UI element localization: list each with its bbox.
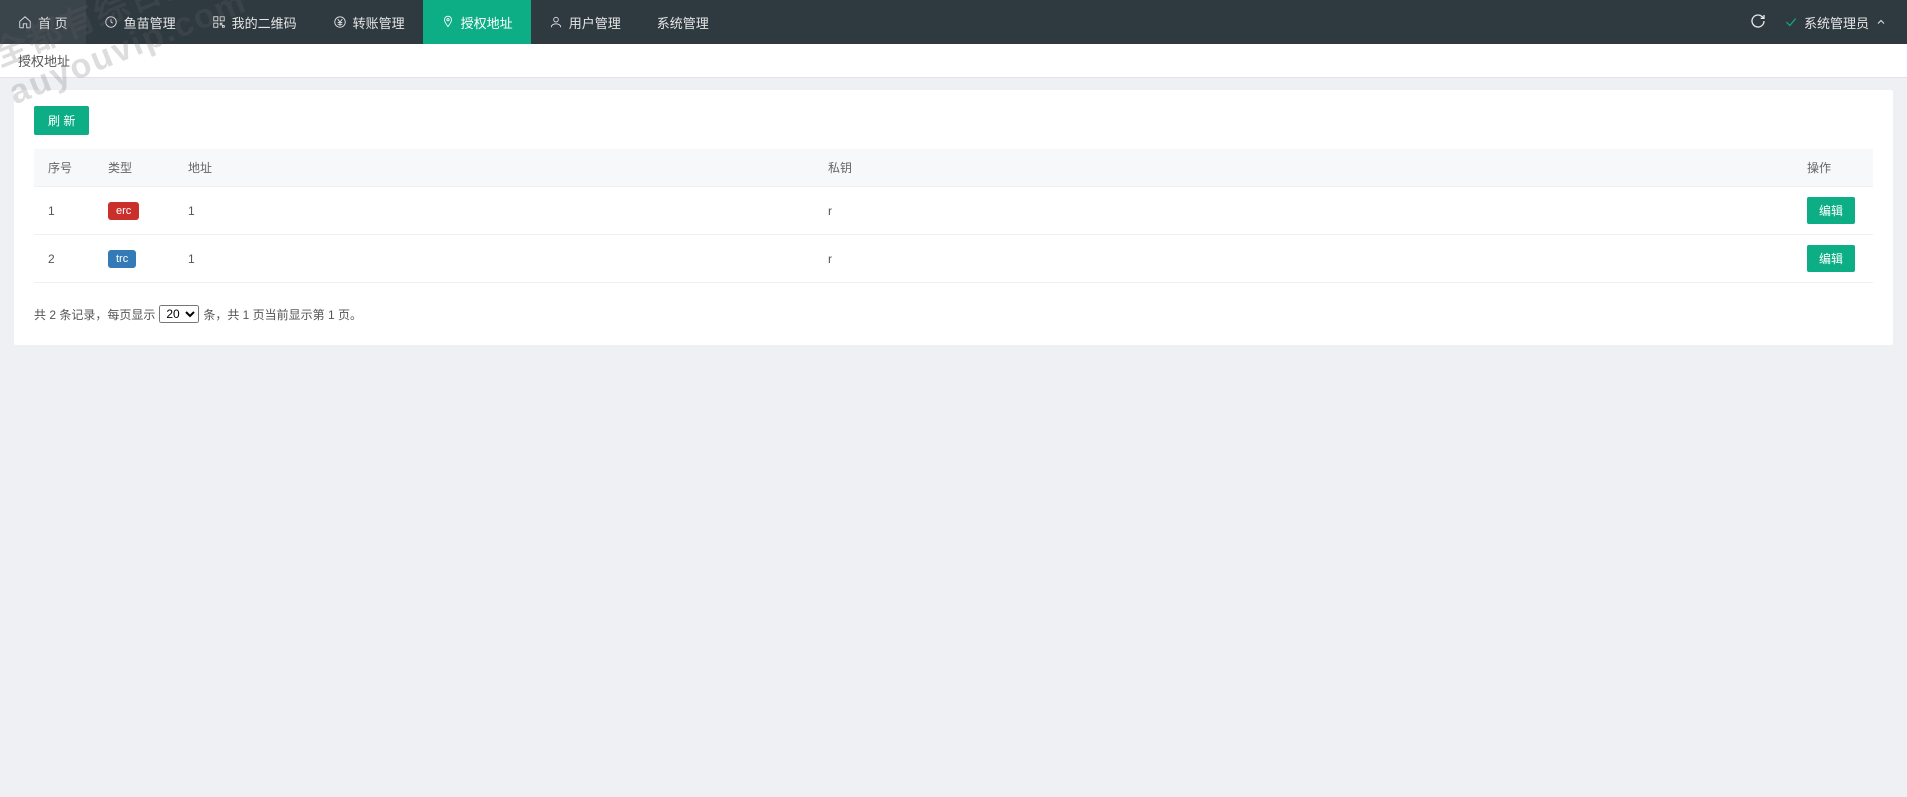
- th-addr: 地址: [174, 149, 814, 187]
- type-badge: trc: [108, 250, 136, 268]
- nav-user-manage[interactable]: 用户管理: [531, 0, 639, 44]
- data-table: 序号 类型 地址 私钥 操作 1 erc 1 r 编辑 2: [34, 149, 1873, 283]
- cell-type: trc: [94, 235, 174, 283]
- cell-key: r: [814, 187, 1793, 235]
- user-icon: [549, 15, 563, 29]
- user-menu[interactable]: 系统管理员: [1784, 13, 1887, 32]
- top-nav-left: 首 页 鱼苗管理 我的二维码 转账管理 授权地址 用户管理 系统管理: [0, 0, 727, 44]
- nav-transfer-label: 转账管理: [353, 13, 405, 32]
- breadcrumb-text: 授权地址: [18, 51, 70, 70]
- cell-seq: 1: [34, 187, 94, 235]
- nav-home-label: 首 页: [38, 13, 68, 32]
- page-size-select[interactable]: 20: [159, 305, 199, 323]
- pagination: 共 2 条记录，每页显示 20 条，共 1 页当前显示第 1 页。: [34, 305, 1873, 323]
- edit-button[interactable]: 编辑: [1807, 245, 1855, 272]
- nav-fry-manage[interactable]: 鱼苗管理: [86, 0, 194, 44]
- chevron-up-icon: [1875, 16, 1887, 28]
- cell-type: erc: [94, 187, 174, 235]
- nav-fry-label: 鱼苗管理: [124, 13, 176, 32]
- home-icon: [18, 15, 32, 29]
- cell-act: 编辑: [1793, 235, 1873, 283]
- check-icon: [1784, 15, 1798, 29]
- type-badge: erc: [108, 202, 139, 220]
- nav-auth-address[interactable]: 授权地址: [423, 0, 531, 44]
- edit-button[interactable]: 编辑: [1807, 197, 1855, 224]
- pin-icon: [441, 15, 455, 29]
- th-seq: 序号: [34, 149, 94, 187]
- top-nav-right: 系统管理员: [1750, 0, 1907, 44]
- nav-system-manage[interactable]: 系统管理: [639, 0, 727, 44]
- table-row: 2 trc 1 r 编辑: [34, 235, 1873, 283]
- yen-icon: [333, 15, 347, 29]
- nav-system-label: 系统管理: [657, 13, 709, 32]
- cell-key: r: [814, 235, 1793, 283]
- refresh-button[interactable]: 刷 新: [34, 106, 89, 135]
- th-act: 操作: [1793, 149, 1873, 187]
- cell-seq: 2: [34, 235, 94, 283]
- clock-icon: [104, 15, 118, 29]
- nav-user-label: 用户管理: [569, 13, 621, 32]
- nav-transfer-manage[interactable]: 转账管理: [315, 0, 423, 44]
- nav-home[interactable]: 首 页: [0, 0, 86, 44]
- cell-addr: 1: [174, 235, 814, 283]
- qrcode-icon: [212, 15, 226, 29]
- table-row: 1 erc 1 r 编辑: [34, 187, 1873, 235]
- table-header-row: 序号 类型 地址 私钥 操作: [34, 149, 1873, 187]
- cell-act: 编辑: [1793, 187, 1873, 235]
- user-menu-label: 系统管理员: [1804, 13, 1869, 32]
- nav-my-qrcode[interactable]: 我的二维码: [194, 0, 315, 44]
- cell-addr: 1: [174, 187, 814, 235]
- pager-prefix: 共 2 条记录，每页显示: [34, 306, 155, 323]
- th-type: 类型: [94, 149, 174, 187]
- content-card: 刷 新 序号 类型 地址 私钥 操作 1 erc 1 r 编辑: [14, 90, 1893, 345]
- pager-suffix: 条，共 1 页当前显示第 1 页。: [203, 306, 362, 323]
- breadcrumb: 授权地址: [0, 44, 1907, 78]
- nav-qrcode-label: 我的二维码: [232, 13, 297, 32]
- th-key: 私钥: [814, 149, 1793, 187]
- refresh-icon[interactable]: [1750, 13, 1766, 32]
- top-nav: 首 页 鱼苗管理 我的二维码 转账管理 授权地址 用户管理 系统管理: [0, 0, 1907, 44]
- nav-auth-label: 授权地址: [461, 13, 513, 32]
